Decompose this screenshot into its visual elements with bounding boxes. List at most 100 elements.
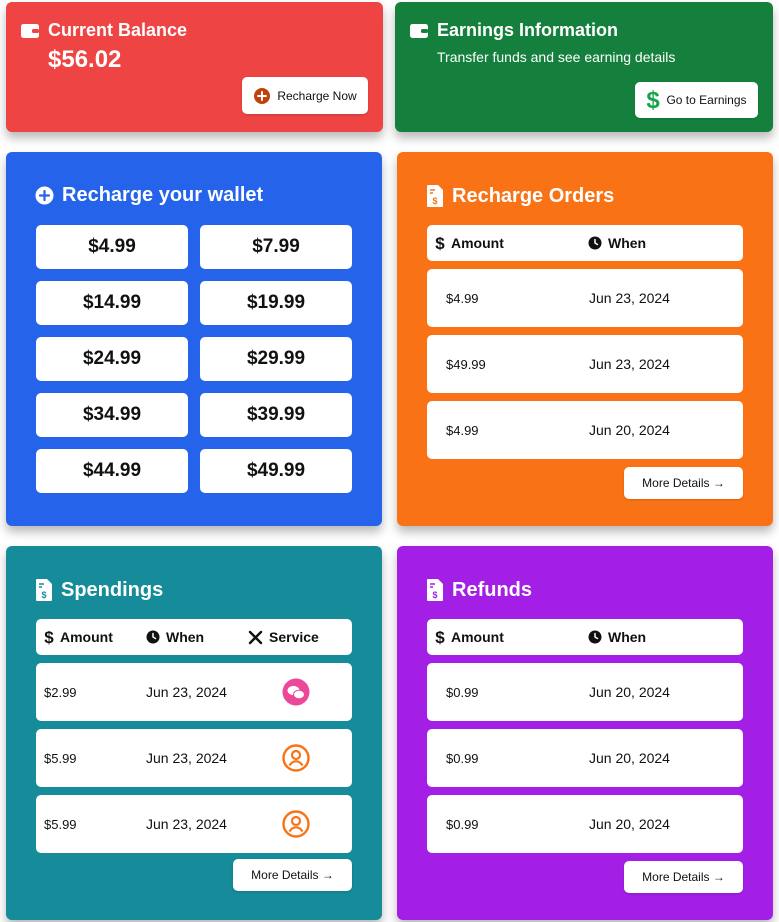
recharge-wallet-title: Recharge your wallet (62, 184, 264, 206)
row-date: Jun 23, 2024 (589, 290, 670, 306)
when-header-label: When (608, 629, 647, 645)
row-date: Jun 23, 2024 (146, 684, 227, 700)
amount-header-label: Amount (451, 235, 504, 251)
clock-icon (146, 630, 160, 644)
refunds-table: $ Amount When $0.99 Jun 20, 2024 $0.99 J… (427, 619, 743, 853)
recharge-now-button[interactable]: Recharge Now (242, 77, 368, 114)
spendings-table: $ Amount When Service $2.99 Jun 23, 2024… (36, 619, 352, 853)
amount-column-header: $ Amount (435, 225, 504, 261)
recharge-wallet-header: Recharge your wallet (35, 184, 263, 207)
row-amount: $0.99 (446, 684, 479, 700)
clock-icon (588, 236, 602, 250)
clock-icon (588, 630, 602, 644)
recharge-amount-button[interactable]: $44.99 (36, 449, 188, 493)
spendings-header: $ Spendings (35, 578, 163, 602)
receipt-icon: $ (426, 184, 444, 208)
earnings-information-card: Earnings Information Transfer funds and … (395, 2, 773, 132)
service-column-header: Service (248, 619, 319, 655)
table-row: $0.99 Jun 20, 2024 (427, 663, 743, 721)
when-column-header: When (146, 619, 204, 655)
dollar-icon: $ (435, 234, 445, 252)
recharge-wallet-card: Recharge your wallet $4.99 $7.99 $14.99 … (6, 152, 382, 526)
row-amount: $0.99 (446, 816, 479, 832)
more-details-button[interactable]: More Details → (233, 859, 352, 891)
svg-text:$: $ (41, 590, 46, 600)
table-header: $ Amount When Service (36, 619, 352, 655)
table-row: $0.99 Jun 20, 2024 (427, 729, 743, 787)
when-column-header: When (588, 619, 646, 655)
amount-column-header: $ Amount (435, 619, 504, 655)
row-date: Jun 23, 2024 (146, 816, 227, 832)
recharge-amount-button[interactable]: $29.99 (200, 337, 352, 381)
go-to-earnings-label: Go to Earnings (666, 93, 747, 107)
chat-bubbles-icon (282, 663, 310, 721)
service-header-label: Service (269, 629, 319, 645)
more-details-button[interactable]: More Details → (624, 861, 743, 893)
recharge-amount-grid: $4.99 $7.99 $14.99 $19.99 $24.99 $29.99 … (36, 225, 352, 493)
row-amount: $4.99 (446, 290, 479, 306)
refunds-title: Refunds (452, 578, 532, 601)
recharge-amount-button[interactable]: $34.99 (36, 393, 188, 437)
refunds-card: $ Refunds $ Amount When $0.99 Jun 20, 20… (397, 546, 773, 920)
table-row: $5.99 Jun 23, 2024 (36, 795, 352, 853)
recharge-amount-button[interactable]: $19.99 (200, 281, 352, 325)
svg-text:$: $ (647, 88, 661, 112)
tools-icon (248, 630, 263, 645)
when-header-label: When (166, 629, 205, 645)
user-circle-icon (282, 729, 310, 787)
recharge-amount-button[interactable]: $4.99 (36, 225, 188, 269)
table-row: $0.99 Jun 20, 2024 (427, 795, 743, 853)
table-header: $ Amount When (427, 225, 743, 261)
current-balance-header: Current Balance (20, 20, 187, 41)
plus-circle-icon (35, 186, 54, 205)
svg-text:$: $ (435, 234, 445, 252)
more-details-button[interactable]: More Details → (624, 467, 743, 499)
recharge-amount-button[interactable]: $14.99 (36, 281, 188, 325)
recharge-orders-card: $ Recharge Orders $ Amount When $4.99 Ju… (397, 152, 773, 526)
receipt-icon: $ (35, 578, 53, 602)
amount-header-label: Amount (60, 629, 113, 645)
recharge-amount-button[interactable]: $24.99 (36, 337, 188, 381)
dollar-icon: $ (44, 628, 54, 646)
when-column-header: When (588, 225, 646, 261)
go-to-earnings-button[interactable]: $ Go to Earnings (635, 82, 758, 118)
row-date: Jun 20, 2024 (589, 422, 670, 438)
recharge-amount-button[interactable]: $7.99 (200, 225, 352, 269)
wallet-icon (409, 22, 429, 40)
svg-text:$: $ (44, 628, 54, 646)
current-balance-title: Current Balance (48, 20, 188, 40)
row-amount: $0.99 (446, 750, 479, 766)
table-row: $4.99 Jun 20, 2024 (427, 401, 743, 459)
row-amount: $4.99 (446, 422, 479, 438)
table-row: $4.99 Jun 23, 2024 (427, 269, 743, 327)
row-date: Jun 23, 2024 (146, 750, 227, 766)
spendings-title: Spendings (61, 578, 164, 601)
refunds-header: $ Refunds (426, 578, 532, 602)
row-amount: $2.99 (44, 684, 77, 700)
spendings-card: $ Spendings $ Amount When Service $2.99 … (6, 546, 382, 920)
recharge-orders-header: $ Recharge Orders (426, 184, 614, 208)
svg-text:$: $ (432, 196, 437, 206)
recharge-amount-button[interactable]: $49.99 (200, 449, 352, 493)
amount-column-header: $ Amount (44, 619, 113, 655)
when-header-label: When (608, 235, 647, 251)
row-date: Jun 20, 2024 (589, 816, 670, 832)
recharge-amount-button[interactable]: $39.99 (200, 393, 352, 437)
row-amount: $5.99 (44, 750, 77, 766)
svg-text:$: $ (435, 628, 445, 646)
earnings-subtitle: Transfer funds and see earning details (437, 49, 676, 65)
table-row: $49.99 Jun 23, 2024 (427, 335, 743, 393)
row-date: Jun 20, 2024 (589, 684, 670, 700)
earnings-header: Earnings Information (409, 20, 618, 41)
dollar-icon: $ (646, 88, 661, 112)
wallet-icon (20, 22, 40, 40)
table-header: $ Amount When (427, 619, 743, 655)
row-amount: $49.99 (446, 356, 486, 372)
table-row: $5.99 Jun 23, 2024 (36, 729, 352, 787)
recharge-orders-table: $ Amount When $4.99 Jun 23, 2024 $49.99 … (427, 225, 743, 459)
recharge-now-label: Recharge Now (277, 88, 357, 103)
user-circle-icon (282, 795, 310, 853)
row-date: Jun 20, 2024 (589, 750, 670, 766)
balance-amount: $56.02 (48, 46, 122, 73)
amount-header-label: Amount (451, 629, 504, 645)
